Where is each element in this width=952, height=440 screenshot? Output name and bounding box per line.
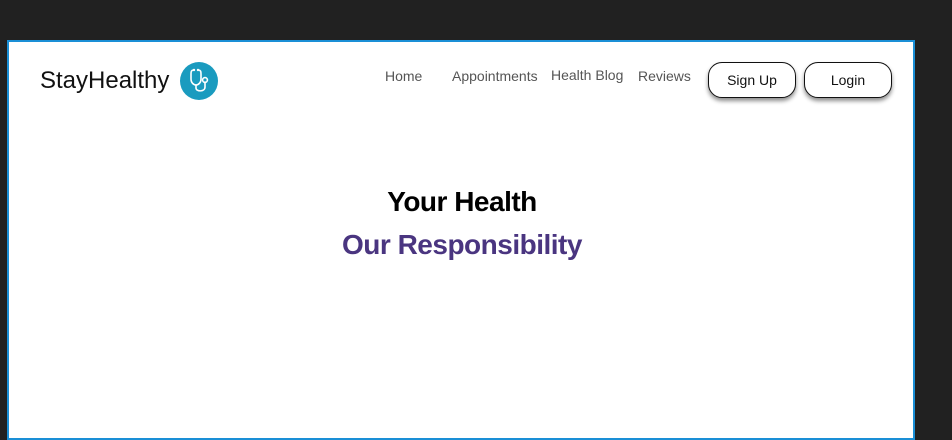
login-button[interactable]: Login bbox=[804, 62, 892, 98]
sign-up-button[interactable]: Sign Up bbox=[708, 62, 796, 98]
nav-health-blog[interactable]: Health Blog bbox=[551, 67, 623, 83]
hero-subtitle: Our Responsibility bbox=[342, 229, 582, 260]
hero-title: Your Health bbox=[387, 186, 537, 217]
app-window: StayHealthy Home Appointments Health Blo… bbox=[7, 40, 915, 440]
nav-appointments[interactable]: Appointments bbox=[452, 68, 538, 84]
nav-home[interactable]: Home bbox=[385, 68, 422, 84]
nav-reviews[interactable]: Reviews bbox=[638, 68, 691, 84]
